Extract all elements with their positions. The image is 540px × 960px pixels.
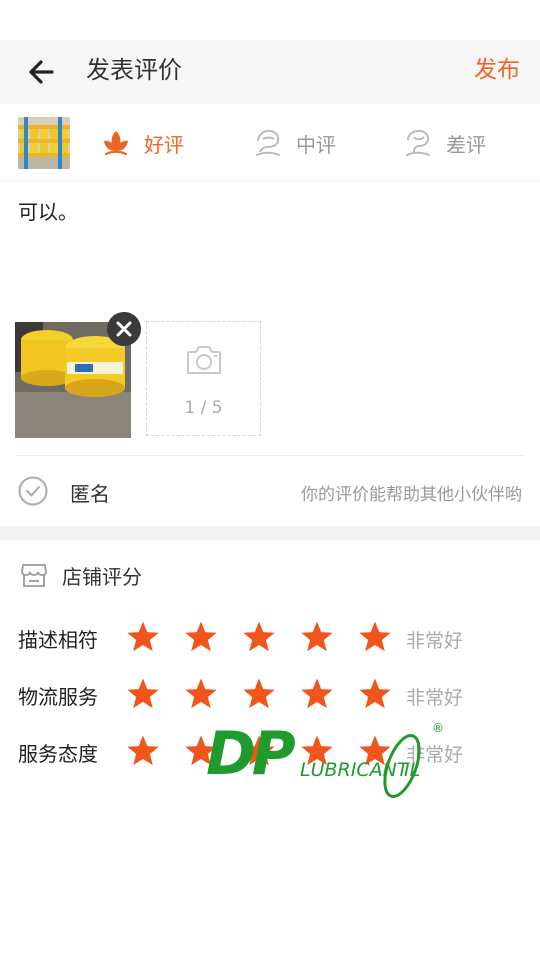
back-arrow-icon[interactable]: [24, 54, 60, 90]
star-icon[interactable]: [184, 620, 218, 654]
star-icon[interactable]: [242, 620, 276, 654]
star-icon[interactable]: [126, 677, 160, 711]
anonymous-row: 匿名 你的评价能帮助其他小伙伴哟: [16, 455, 524, 526]
rating-selector: 好评 中评 差评: [0, 105, 540, 181]
remove-photo-icon[interactable]: [107, 312, 141, 346]
product-thumbnail: [18, 117, 70, 169]
page-title: 发表评价: [86, 56, 182, 84]
rating-good-label: 好评: [144, 132, 184, 157]
svg-text:DP: DP: [206, 719, 296, 789]
rating-bad-option[interactable]: 差评: [402, 123, 486, 163]
store-rating-header: 店铺评分: [20, 560, 142, 590]
score-level: 非常好: [406, 630, 464, 652]
wilted-flower-icon: [406, 129, 430, 156]
check-circle-icon[interactable]: [18, 476, 48, 506]
neutral-flower-icon: [256, 129, 280, 156]
star-icon[interactable]: [126, 620, 160, 654]
flower-icon: [104, 131, 128, 156]
star-icon[interactable]: [300, 620, 334, 654]
star-icon[interactable]: [358, 620, 392, 654]
anonymous-label: 匿名: [70, 482, 110, 506]
svg-text:LUBRICANT: LUBRICANT: [300, 759, 410, 781]
star-icon[interactable]: [358, 677, 392, 711]
score-name: 物流服务: [18, 685, 98, 709]
svg-text:IL: IL: [404, 759, 420, 781]
publish-button[interactable]: 发布: [474, 54, 520, 86]
store-rating-title: 店铺评分: [62, 564, 142, 589]
brand-watermark-logo: DP LUBRICANT IL ®: [206, 719, 444, 798]
section-divider: [0, 526, 540, 540]
store-icon: [21, 564, 47, 587]
rating-mid-label: 中评: [296, 132, 336, 157]
score-row-logistics: 物流服务 非常好: [18, 675, 518, 715]
camera-icon: [187, 346, 221, 374]
svg-text:®: ®: [432, 721, 444, 735]
rating-good-option[interactable]: 好评: [100, 123, 184, 163]
star-icon[interactable]: [184, 677, 218, 711]
star-icon[interactable]: [300, 677, 334, 711]
add-photo-button[interactable]: 1 / 5: [146, 321, 261, 436]
score-level: 非常好: [406, 687, 464, 709]
star-icon[interactable]: [126, 734, 160, 768]
star-icon[interactable]: [242, 677, 276, 711]
score-name: 服务态度: [18, 742, 98, 766]
score-row-description: 描述相符 非常好: [18, 618, 518, 658]
top-bar: 发表评价 发布: [0, 40, 540, 104]
score-name: 描述相符: [18, 628, 98, 652]
anonymous-hint: 你的评价能帮助其他小伙伴哟: [301, 485, 522, 505]
rating-bad-label: 差评: [446, 132, 486, 157]
review-text-input[interactable]: 可以。: [18, 196, 78, 225]
rating-mid-option[interactable]: 中评: [252, 123, 336, 163]
photo-count: 1 / 5: [184, 398, 223, 418]
